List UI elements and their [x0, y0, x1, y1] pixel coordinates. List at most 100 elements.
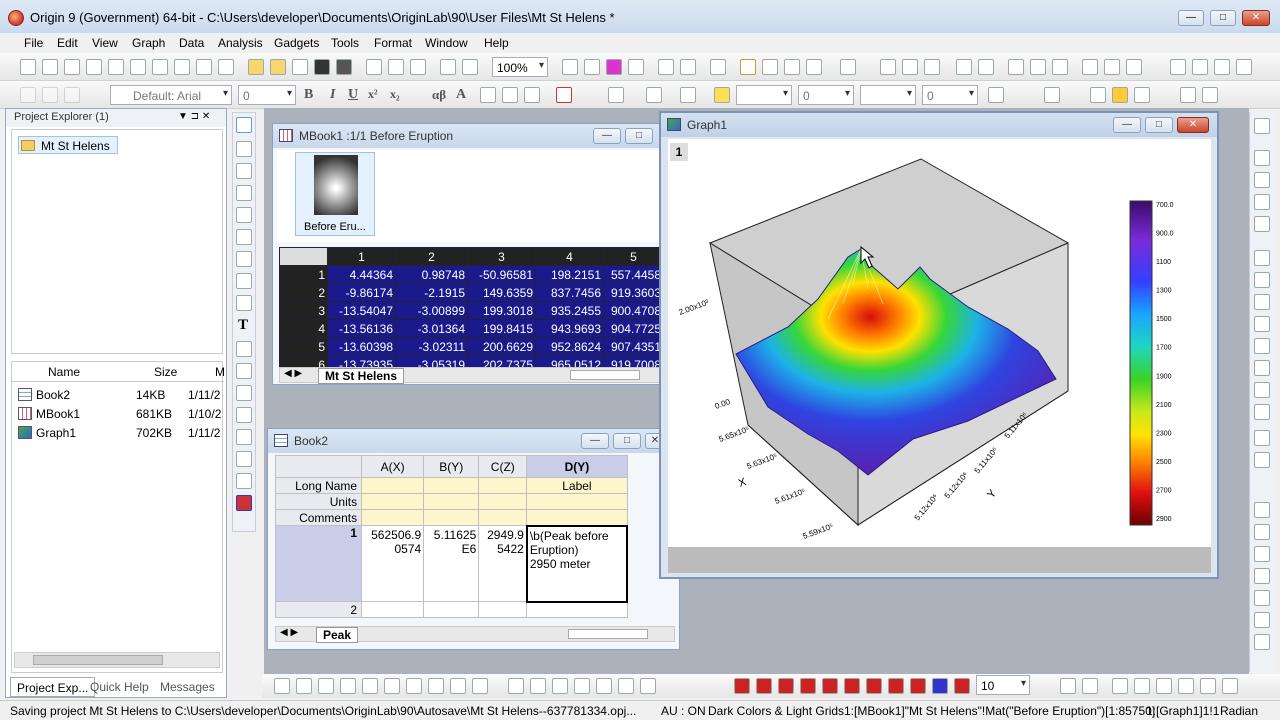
- cell-d1[interactable]: \b(Peak before Eruption) 2950 meter: [525, 524, 629, 603]
- tab-quick-help[interactable]: Quick Help: [90, 680, 149, 694]
- panel-dropdown-icon[interactable]: ▼ ⊐ ✕: [178, 111, 210, 122]
- box-plot-icon[interactable]: [450, 678, 466, 694]
- template-icon[interactable]: [1134, 87, 1150, 103]
- color-scale-icon[interactable]: [1254, 250, 1270, 266]
- move-icon[interactable]: [954, 678, 970, 694]
- column-plot-icon[interactable]: [340, 678, 356, 694]
- align-right-icon[interactable]: [524, 87, 540, 103]
- underline-button[interactable]: U: [348, 87, 358, 103]
- new-folder-icon[interactable]: [42, 59, 58, 75]
- list-item[interactable]: Graph1 702KB 1/11/2: [12, 424, 224, 442]
- print-page-icon[interactable]: [1222, 678, 1238, 694]
- export-icon[interactable]: [1156, 678, 1172, 694]
- minimize-button[interactable]: —: [1178, 10, 1204, 26]
- maximize-button[interactable]: □: [1210, 10, 1236, 26]
- open-excel-icon[interactable]: [292, 59, 308, 75]
- new-workbook-icon[interactable]: [64, 59, 80, 75]
- cell-b1[interactable]: 5.11625 E6: [423, 525, 480, 602]
- group-icon[interactable]: [1254, 546, 1270, 562]
- new-3d-function-icon[interactable]: [218, 59, 234, 75]
- tab-project-explorer[interactable]: Project Exp...: [10, 677, 96, 697]
- layer-icon[interactable]: [628, 59, 644, 75]
- surface-plot[interactable]: 2.00x10³ 0.00 5.65x10⁵ 5.63x10⁵ 5.61x10⁵…: [668, 139, 1211, 547]
- distribute-icon[interactable]: [1254, 524, 1270, 540]
- x-axis-icon[interactable]: [1170, 59, 1186, 75]
- duplicate-icon[interactable]: [462, 59, 478, 75]
- layout-icon[interactable]: [1134, 678, 1150, 694]
- import-multiple-icon[interactable]: [410, 59, 426, 75]
- close-button[interactable]: ✕: [1242, 10, 1270, 26]
- grid-icon[interactable]: [1254, 452, 1270, 468]
- folder-go-icon[interactable]: [1112, 87, 1128, 103]
- italic-button[interactable]: I: [330, 87, 335, 103]
- draw-data-icon[interactable]: [236, 429, 252, 445]
- column-header-c[interactable]: C(Z): [478, 455, 528, 478]
- row-number[interactable]: 2: [274, 601, 363, 618]
- graph-page[interactable]: 1 2.00x10³ 0.00 5.65x10⁵ 5.63x10⁵ 5.61x1…: [668, 139, 1211, 547]
- menu-tools[interactable]: Tools: [331, 36, 359, 50]
- 3d-bars-icon[interactable]: [508, 678, 524, 694]
- tilt-right-icon[interactable]: [800, 678, 816, 694]
- matrix-thumbnail[interactable]: Before Eru...: [295, 152, 375, 236]
- column-header[interactable]: 4: [535, 247, 604, 266]
- results-log-icon[interactable]: [680, 59, 696, 75]
- table-row[interactable]: 2 -9.86174 -2.1915 149.6359 837.7456 919.3603: [279, 283, 664, 302]
- cell-a1[interactable]: 562506.9 0574: [361, 525, 425, 602]
- align-center-icon[interactable]: [502, 87, 518, 103]
- subscript-button[interactable]: x₂: [390, 87, 400, 102]
- menu-window[interactable]: Window: [425, 36, 468, 50]
- filter-clear-icon[interactable]: [1104, 59, 1120, 75]
- list-item[interactable]: MBook1 681KB 1/10/2: [12, 405, 224, 423]
- column-header[interactable]: 1: [327, 247, 396, 266]
- image-plot-icon[interactable]: [596, 678, 612, 694]
- mbook1-minimize-button[interactable]: —: [593, 128, 621, 144]
- menu-graph[interactable]: Graph: [132, 36, 165, 50]
- line-symbol-icon[interactable]: [318, 678, 334, 694]
- menu-file[interactable]: File: [24, 36, 43, 50]
- menu-help[interactable]: Help: [484, 36, 509, 50]
- area-plot-icon[interactable]: [384, 678, 400, 694]
- cut-icon[interactable]: [20, 87, 36, 103]
- object-icon[interactable]: [1090, 87, 1106, 103]
- copy-icon[interactable]: [42, 87, 58, 103]
- bold-button[interactable]: B: [304, 87, 313, 103]
- mask-icon[interactable]: [236, 295, 252, 311]
- refresh-icon[interactable]: [584, 59, 600, 75]
- back-icon[interactable]: [1254, 612, 1270, 628]
- open-icon[interactable]: [248, 59, 264, 75]
- rotation-step-select[interactable]: 10: [976, 675, 1030, 695]
- row-number[interactable]: 1: [274, 525, 363, 602]
- screen-reader-icon[interactable]: [236, 185, 252, 201]
- superscript-button[interactable]: x²: [368, 87, 378, 102]
- new-function-icon[interactable]: [196, 59, 212, 75]
- table-row[interactable]: 5 -13.60398 -3.02311 200.6629 952.8624 907.43…: [279, 337, 664, 356]
- book2-titlebar[interactable]: Book2 — □ ✕: [268, 429, 679, 453]
- print-icon[interactable]: [562, 59, 578, 75]
- rotate-icon[interactable]: [236, 251, 252, 267]
- share-icon[interactable]: [1202, 87, 1218, 103]
- import-wizard-icon[interactable]: [366, 59, 382, 75]
- zoom-window-icon[interactable]: [740, 59, 756, 75]
- insert-image-icon[interactable]: [1082, 678, 1098, 694]
- extra-icon[interactable]: [1236, 59, 1252, 75]
- 3d-wire-icon[interactable]: [552, 678, 568, 694]
- new-graph-icon[interactable]: [108, 59, 124, 75]
- mbook1-maximize-button[interactable]: □: [625, 128, 653, 144]
- column-set-icon[interactable]: [956, 59, 972, 75]
- add-layer-icon[interactable]: [1254, 150, 1270, 166]
- region-icon[interactable]: [236, 273, 252, 289]
- corner-cell[interactable]: [274, 455, 363, 478]
- arrange-icon[interactable]: [1112, 678, 1128, 694]
- project-explorer-icon[interactable]: [710, 59, 726, 75]
- text-tool-icon[interactable]: T: [238, 317, 248, 334]
- column-header[interactable]: 5: [603, 247, 664, 266]
- graph1-close-button[interactable]: ✕: [1177, 117, 1209, 133]
- color-manager-icon[interactable]: [606, 59, 622, 75]
- rescale-y-icon[interactable]: [1254, 404, 1270, 420]
- highlight-icon[interactable]: [714, 87, 730, 103]
- rescale-x-icon[interactable]: [1254, 382, 1270, 398]
- graph1-titlebar[interactable]: Graph1 — □ ✕: [661, 113, 1217, 137]
- vector-icon[interactable]: [640, 678, 656, 694]
- horizontal-scrollbar[interactable]: [570, 370, 640, 380]
- greek-button[interactable]: αβ: [432, 87, 446, 103]
